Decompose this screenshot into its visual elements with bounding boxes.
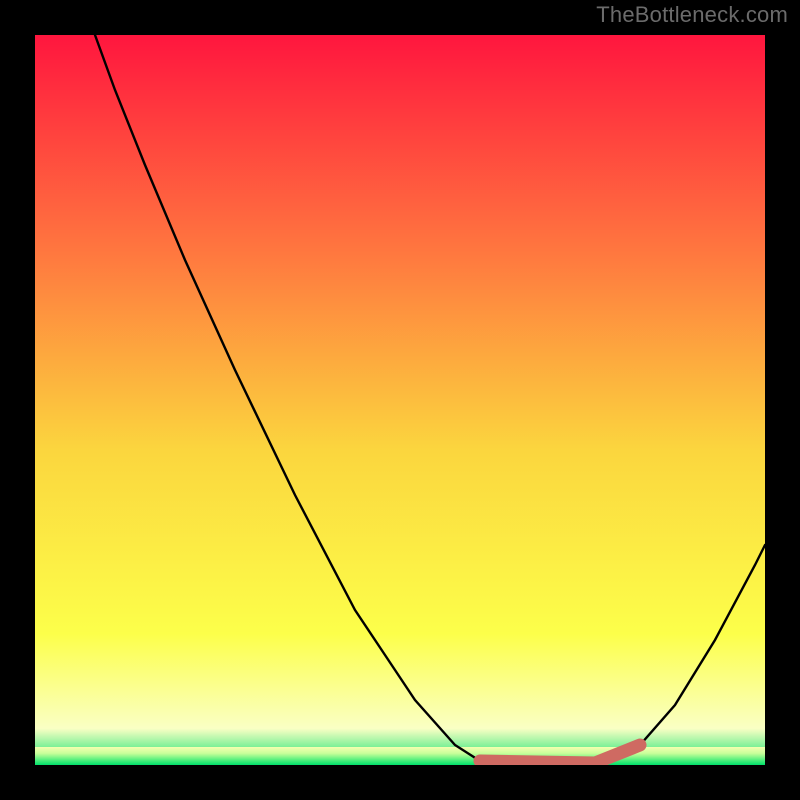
optimal-range-marker [480, 745, 640, 763]
curve-layer [35, 35, 765, 765]
watermark-text: TheBottleneck.com [596, 2, 788, 28]
plot-area [35, 35, 765, 765]
bottleneck-curve [95, 35, 765, 764]
chart-stage: TheBottleneck.com [0, 0, 800, 800]
